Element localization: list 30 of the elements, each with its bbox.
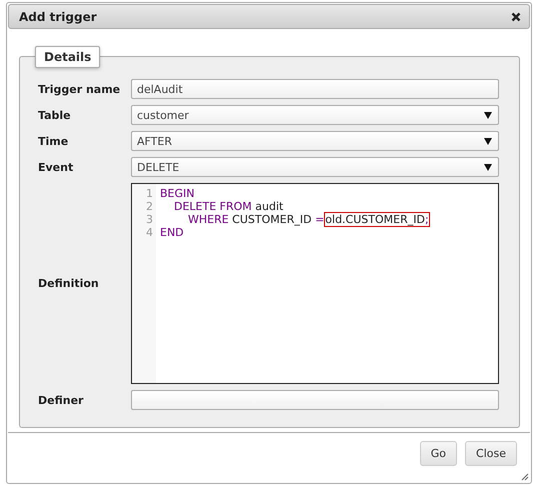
dropdown[interactable]: AFTER [131,131,499,151]
highlight-box: old.CUSTOMER_ID; [324,212,430,227]
dialog-button[interactable]: Go [420,441,458,466]
caret-icon [484,112,492,118]
resize-grip-icon[interactable] [521,473,529,481]
field-label: Event [38,160,74,174]
field-label: Trigger name [38,82,122,96]
field-label: Definer [38,394,84,406]
line-number: 4 [145,226,154,239]
caret-icon [484,138,492,144]
field-label: Time [38,134,70,148]
dropdown[interactable]: customer [131,105,499,125]
line-number: 2 [145,200,154,213]
panel-legend: Details [35,46,100,68]
field-label: Definition [38,277,100,290]
field-label: Table [38,108,72,122]
caret-icon [484,164,492,170]
code-line: WHERE CUSTOMER_ID =old.CUSTOMER_ID; [186,213,430,226]
dialog-button[interactable]: Close [465,441,517,466]
code-line: END [160,226,185,239]
text-field[interactable] [131,390,499,410]
line-number: 3 [145,213,154,226]
dialog-title: Add trigger [19,10,97,24]
code-line: DELETE FROM audit [172,200,284,213]
line-number: 1 [145,187,154,200]
text-field[interactable]: delAudit [131,79,499,99]
dropdown[interactable]: DELETE [131,157,499,177]
close-icon[interactable] [511,12,521,22]
code-editor[interactable]: 1 2 3 4 BEGIN DELETE FROM audit WHERE CUSTOMER_ID =old.CUSTOMER_ID; END [131,183,499,384]
code-line: BEGIN [160,187,196,200]
